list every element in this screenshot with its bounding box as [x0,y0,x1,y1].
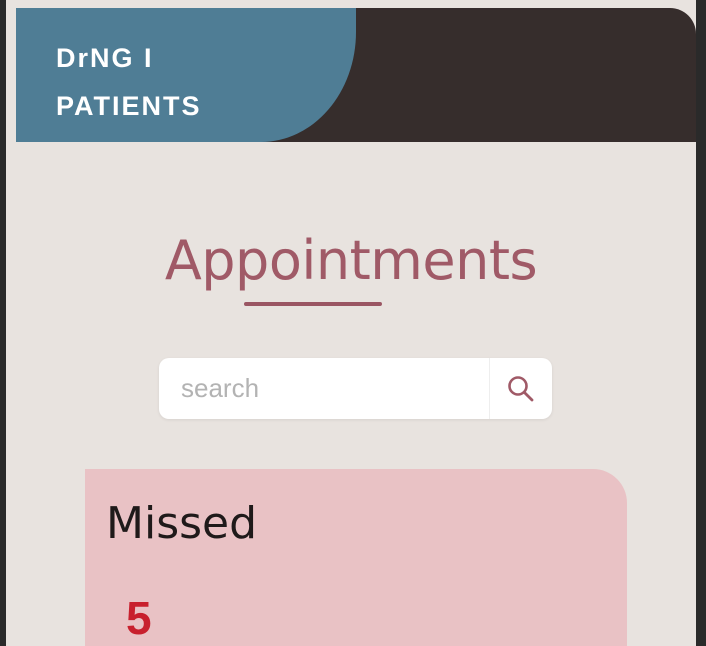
page-title: Appointments [164,229,538,292]
search-bar [159,358,552,419]
title-underline [244,302,382,306]
missed-appointments-card[interactable]: Missed 5 [85,469,627,646]
search-input[interactable] [159,358,489,419]
app-header: DrNG I PATIENTS [16,8,696,142]
brand-logo-text: DrNG I PATIENTS [56,43,202,121]
search-icon [508,375,534,401]
brand-panel[interactable]: DrNG I PATIENTS [16,8,356,142]
search-button[interactable] [489,358,552,419]
missed-count: 5 [126,592,152,644]
missed-card-label: Missed [106,498,258,549]
app-viewport: DrNG I PATIENTS Appointments Missed 5 [6,0,696,646]
